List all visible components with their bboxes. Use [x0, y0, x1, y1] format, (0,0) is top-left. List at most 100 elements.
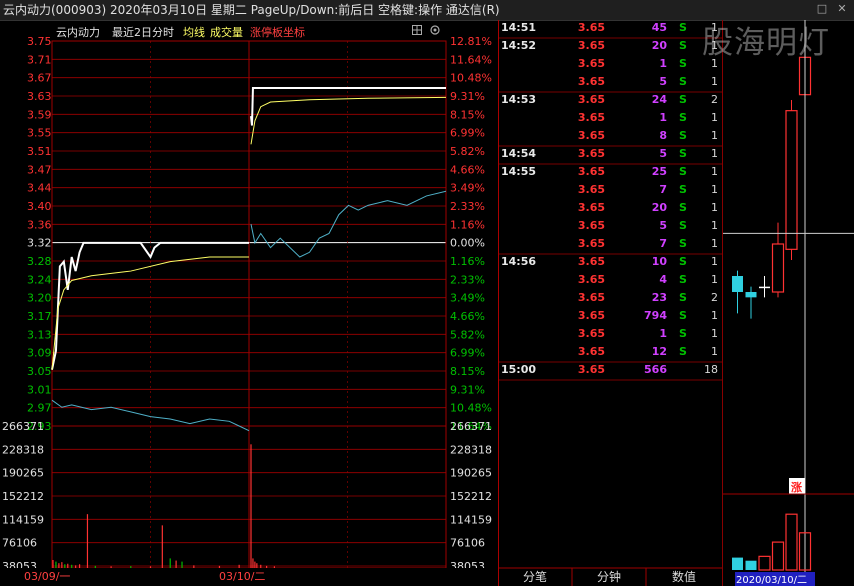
price-tick-label: 3.59 [27, 108, 52, 121]
watermark-text: 股海明灯 [702, 25, 830, 61]
avg-line-day2 [250, 96, 447, 145]
tick-time: 15:00 [501, 363, 536, 376]
tick-price: 3.65 [578, 165, 605, 178]
tick-count: 1 [711, 255, 718, 268]
kline-date-label: 2020/03/10/二 [736, 575, 807, 586]
tick-list-panel[interactable]: 14:51 3.65 45 S 1 14:52 3.65 20 S 1 3.65 1 S 1 3.65 5 S 1… [498, 20, 723, 586]
volume-tick-label: 228318 [2, 443, 44, 456]
tick-price: 3.65 [578, 111, 605, 124]
restore-icon[interactable]: □ [816, 3, 828, 15]
pct-tick-label: 11.64% [450, 53, 492, 66]
tick-time: 14:52 [501, 39, 536, 52]
pct-tick-label: 8.15% [450, 365, 485, 378]
tick-side: S [679, 201, 687, 214]
x-axis-label: 03/10/二 [219, 570, 265, 583]
tick-volume: 8 [659, 129, 667, 142]
tick-count: 1 [711, 237, 718, 250]
tick-count: 1 [711, 165, 718, 178]
tick-count: 2 [711, 93, 718, 106]
price-tick-label: 3.67 [27, 72, 52, 85]
tick-volume: 20 [652, 39, 668, 52]
intraday-chart-panel[interactable]: 云内动力 最近2日分时 均线 成交量 涨停板坐标 3.75 12.81% 3.71 1… [0, 20, 498, 586]
tick-volume: 20 [652, 201, 668, 214]
pct-tick-label: 1.16% [450, 255, 485, 268]
tick-volume: 45 [652, 21, 667, 34]
tick-price: 3.65 [578, 75, 605, 88]
tick-volume: 5 [659, 75, 667, 88]
tick-side: S [679, 255, 687, 268]
tick-count: 1 [711, 183, 718, 196]
tick-price: 3.65 [578, 183, 605, 196]
tick-volume: 5 [659, 219, 667, 232]
price-tick-label: 3.05 [27, 365, 52, 378]
x-axis-label: 03/09/一 [24, 570, 70, 583]
tick-price: 3.65 [578, 363, 605, 376]
tick-time: 14:54 [501, 147, 536, 160]
tick-side: S [679, 111, 687, 124]
volume-tick-label-right: 228318 [450, 443, 492, 456]
tick-time: 14:56 [501, 255, 536, 268]
volume-tick-label-right: 190265 [450, 467, 492, 480]
tick-count: 1 [711, 345, 718, 358]
candle-body [732, 276, 743, 292]
tick-volume: 23 [652, 291, 667, 304]
pct-tick-label: 6.99% [450, 347, 485, 360]
pct-tick-label: 1.16% [450, 218, 485, 231]
pct-tick-label: 5.82% [450, 328, 485, 341]
pct-tick-label: 0.00% [450, 237, 485, 250]
tick-count: 18 [704, 363, 718, 376]
tick-price: 3.65 [578, 21, 605, 34]
volume-tick-label: 76106 [2, 537, 37, 550]
close-icon[interactable]: ✕ [836, 3, 848, 15]
kline-chart-svg[interactable]: 3.65涨2020/03/10/二 [723, 20, 854, 586]
tick-side: S [679, 309, 687, 322]
candle-body [759, 286, 770, 289]
pct-tick-label: 2.33% [450, 273, 485, 286]
tick-count: 1 [711, 111, 718, 124]
pct-tick-label: 2.33% [450, 200, 485, 213]
kline-volume-bar [732, 557, 743, 570]
price-tick-label: 3.36 [27, 218, 52, 231]
window-title: 云内动力(000903) 2020年03月10日 星期二 PageUp/Down… [3, 3, 500, 17]
tick-count: 1 [711, 129, 718, 142]
tick-volume: 794 [644, 309, 667, 322]
tab-values[interactable]: 数值 [647, 568, 721, 586]
tick-price: 3.65 [578, 255, 605, 268]
tab-minutes[interactable]: 分钟 [573, 568, 645, 586]
tick-side: S [679, 147, 687, 160]
price-tick-label: 3.47 [27, 163, 52, 176]
tab-ticks[interactable]: 分笔 [499, 568, 571, 586]
price-tick-label: 3.40 [27, 200, 52, 213]
price-tick-label: 3.75 [27, 35, 52, 48]
tick-volume: 7 [659, 237, 667, 250]
tick-volume: 1 [659, 327, 667, 340]
pct-tick-label: 9.31% [450, 383, 485, 396]
intraday-chart-svg[interactable]: 3.75 12.81% 3.71 11.64% 3.67 10.48% 3.63 9.31% 3… [0, 20, 498, 586]
kline-volume-bar [758, 555, 771, 571]
tick-price: 3.65 [578, 237, 605, 250]
tick-side: S [679, 219, 687, 232]
pct-tick-label: 10.48% [450, 402, 492, 415]
tick-time: 14:55 [501, 165, 536, 178]
tick-price: 3.65 [578, 57, 605, 70]
volume-tick-label: 266371 [2, 420, 44, 433]
volume-tick-label-right: 152212 [450, 490, 492, 503]
pct-tick-label: 5.82% [450, 145, 485, 158]
tick-count: 1 [711, 147, 718, 160]
price-tick-label: 3.09 [27, 347, 52, 360]
tick-price: 3.65 [578, 129, 605, 142]
tick-count: 1 [711, 201, 718, 214]
tick-price: 3.65 [578, 201, 605, 214]
tick-side: S [679, 129, 687, 142]
price-tick-label: 3.55 [27, 127, 52, 140]
tick-count: 2 [711, 291, 718, 304]
tick-volume: 12 [652, 345, 667, 358]
tick-volume: 4 [659, 273, 667, 286]
tick-side: S [679, 273, 687, 286]
tick-time: 14:51 [501, 21, 536, 34]
pct-tick-label: 4.66% [450, 310, 485, 323]
tick-count: 1 [711, 273, 718, 286]
tick-price: 3.65 [578, 327, 605, 340]
limit-badge: 涨 [791, 480, 802, 494]
kline-panel[interactable]: 3.65涨2020/03/10/二 [722, 20, 854, 586]
